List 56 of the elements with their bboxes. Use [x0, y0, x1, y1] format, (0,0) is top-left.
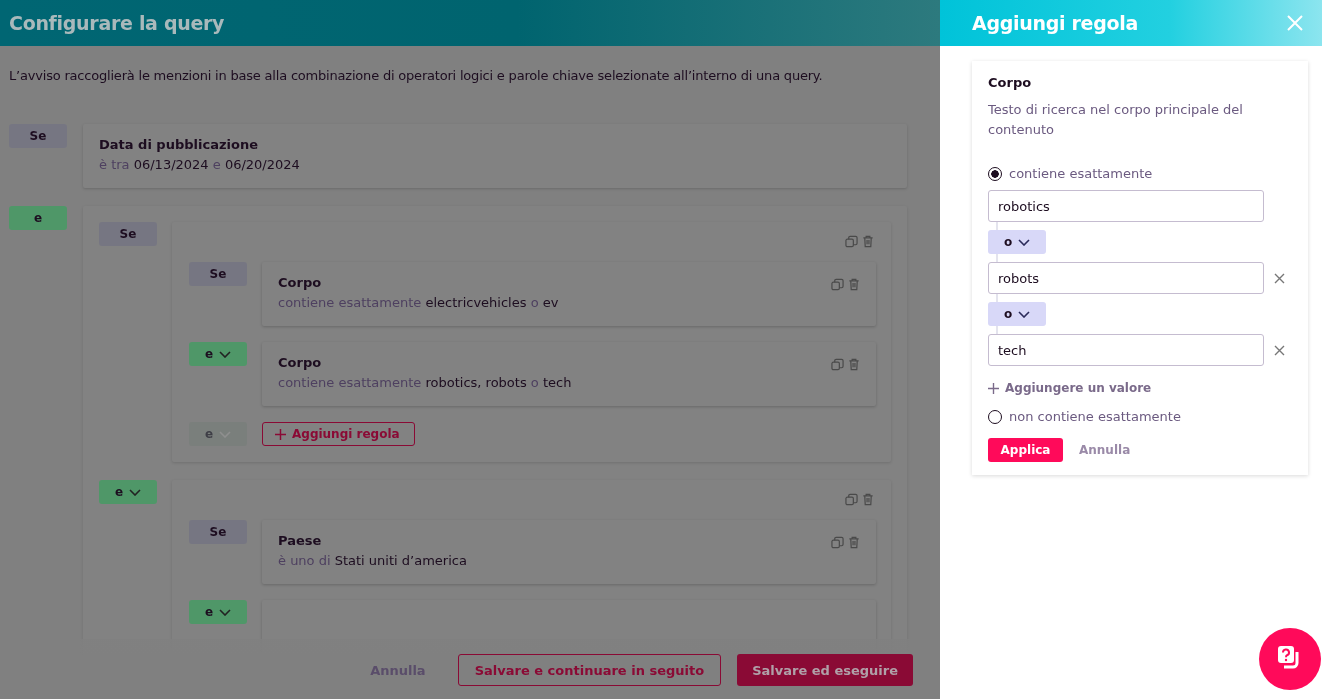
add-rule-button[interactable]: Aggiungi regola — [262, 422, 415, 446]
chevron-icon[interactable] — [129, 488, 142, 496]
help-button[interactable] — [1259, 628, 1321, 690]
remove-icon[interactable] — [1274, 272, 1285, 284]
radio-button[interactable] — [988, 409, 1002, 424]
radio-option[interactable]: contiene esattamente — [988, 166, 1292, 181]
page-title: Configurare la query — [9, 12, 225, 34]
chevron-icon[interactable] — [219, 350, 232, 358]
value-input[interactable]: robots — [988, 262, 1264, 294]
trash-icon[interactable] — [862, 235, 874, 248]
operator-dropdown[interactable]: o — [988, 230, 1046, 254]
operator-button[interactable]: e — [99, 480, 157, 504]
description-text: L’avviso raccoglierà le menzioni in base alla combinazione di operatori logici e parole chiave selezionate all’interno di una query. — [9, 68, 824, 84]
operator-button[interactable]: e — [9, 206, 67, 230]
card-title: Corpo — [988, 75, 1033, 90]
panel-title: Aggiungi regola — [972, 12, 1138, 34]
plus-icon[interactable] — [988, 382, 999, 394]
rule-condition: contiene esattamente electricvehicles o ev — [278, 294, 559, 311]
rule-condition: contiene esattamente robotics, robots o tech — [278, 374, 572, 391]
trash-icon[interactable] — [848, 358, 860, 371]
copy-icon[interactable] — [845, 235, 858, 248]
operator-button[interactable]: e — [189, 342, 247, 366]
chevron-icon[interactable] — [219, 608, 232, 616]
rule-condition: è uno di Stati uniti d’america — [278, 552, 467, 569]
copy-icon[interactable] — [831, 536, 844, 549]
operator-button[interactable]: Se — [189, 262, 247, 286]
copy-icon[interactable] — [845, 493, 858, 506]
operator-button[interactable]: Se — [189, 520, 247, 544]
operator-button[interactable]: Se — [99, 222, 157, 246]
radio-option[interactable]: non contiene esattamente — [988, 409, 1292, 424]
operator-button[interactable]: Se — [9, 124, 67, 148]
rule-title: Corpo — [278, 355, 323, 370]
value-input[interactable]: robotics — [988, 190, 1264, 222]
rule-title: Paese — [278, 533, 323, 548]
trash-icon[interactable] — [848, 536, 860, 549]
chevron-icon[interactable] — [1018, 310, 1031, 318]
add-value-button[interactable]: Aggiungere un valore — [988, 381, 1152, 395]
copy-icon[interactable] — [831, 358, 844, 371]
radio-button[interactable] — [988, 166, 1002, 181]
rule-condition: è tra 06/13/2024 e 06/20/2024 — [99, 156, 300, 173]
value-input[interactable]: tech — [988, 334, 1264, 366]
remove-icon[interactable] — [1274, 344, 1285, 356]
cancel-button[interactable]: Annulla — [1079, 443, 1131, 457]
chevron-icon[interactable] — [1018, 238, 1031, 246]
card-description: Testo di ricerca nel corpo principale del contenuto — [988, 101, 1244, 139]
copy-icon[interactable] — [831, 278, 844, 291]
operator-dropdown[interactable]: o — [988, 302, 1046, 326]
close-icon[interactable] — [1286, 14, 1304, 32]
plus-icon[interactable] — [275, 428, 286, 440]
apply-button[interactable]: Applica — [988, 438, 1063, 462]
rule-title: Corpo — [278, 275, 323, 290]
trash-icon[interactable] — [848, 278, 860, 291]
operator-button[interactable]: e — [189, 600, 247, 624]
rule-title: Data di pubblicazione — [99, 137, 259, 152]
save-run-button[interactable]: Salvare ed eseguire — [737, 654, 913, 686]
trash-icon[interactable] — [862, 493, 874, 506]
